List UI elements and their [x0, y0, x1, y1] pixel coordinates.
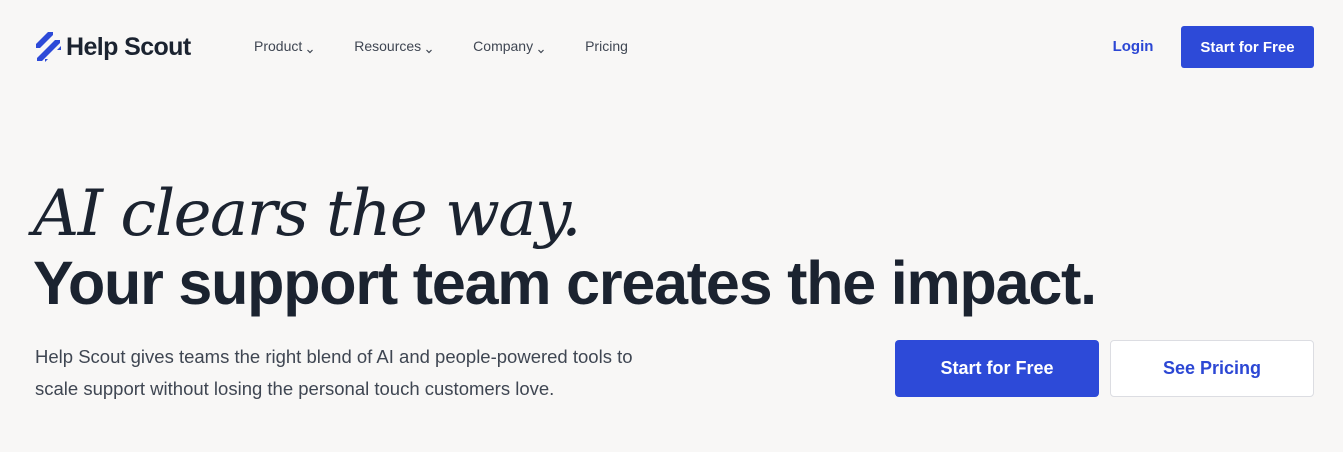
- main-nav: Product Resources Company Pricing: [254, 36, 628, 56]
- chevron-down-icon: [537, 42, 545, 54]
- brand-name: Help Scout: [66, 32, 191, 61]
- hero-start-free-button[interactable]: Start for Free: [895, 340, 1099, 397]
- site-header: Help Scout Product Resources Company Pri…: [0, 0, 1343, 94]
- header-start-free-button[interactable]: Start for Free: [1181, 26, 1314, 68]
- nav-item-product[interactable]: Product: [254, 38, 314, 54]
- help-scout-logo-icon: [34, 31, 64, 63]
- nav-item-label: Resources: [354, 38, 422, 54]
- nav-item-label: Pricing: [585, 38, 628, 54]
- nav-item-label: Product: [254, 38, 303, 54]
- hero-headline-bold: Your support team creates the impact.: [33, 249, 1097, 317]
- login-link[interactable]: Login: [1106, 36, 1160, 58]
- chevron-down-icon: [306, 42, 314, 54]
- nav-item-pricing[interactable]: Pricing: [585, 38, 628, 54]
- brand-logo[interactable]: Help Scout: [34, 31, 191, 63]
- hero-headline-italic: AI clears the way.: [33, 177, 582, 251]
- hero-subtext: Help Scout gives teams the right blend o…: [35, 346, 633, 399]
- nav-item-label: Company: [473, 38, 534, 54]
- chevron-down-icon: [425, 42, 433, 54]
- hero-see-pricing-button[interactable]: See Pricing: [1110, 340, 1314, 397]
- nav-item-company[interactable]: Company: [473, 38, 545, 54]
- nav-item-resources[interactable]: Resources: [354, 38, 433, 54]
